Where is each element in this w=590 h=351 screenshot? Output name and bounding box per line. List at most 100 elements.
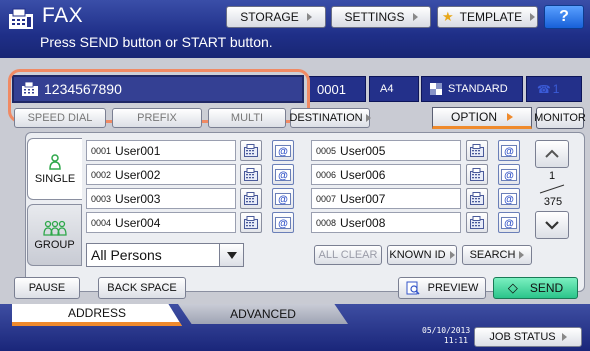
tab-address[interactable]: ADDRESS: [12, 304, 182, 326]
address-entry[interactable]: 0008 User008: [311, 212, 461, 233]
fax-select-button[interactable]: [240, 188, 262, 209]
person-icon: [49, 153, 61, 170]
svg-text:@: @: [504, 194, 514, 205]
settings-button[interactable]: SETTINGS: [331, 6, 431, 28]
monitor-button[interactable]: MONITOR: [534, 107, 586, 129]
resolution-value: STANDARD: [448, 83, 508, 95]
option-button[interactable]: OPTION: [432, 107, 532, 129]
fax-select-button[interactable]: [466, 212, 488, 233]
arrow-right-icon: [449, 251, 455, 259]
email-select-button[interactable]: @: [498, 188, 520, 209]
job-status-label: JOB STATUS: [489, 331, 556, 343]
address-entry[interactable]: 0002 User002: [86, 164, 236, 185]
fax-select-button[interactable]: [466, 188, 488, 209]
email-icon: @: [501, 168, 517, 181]
search-button[interactable]: SEARCH: [462, 245, 532, 265]
fax-icon: [470, 192, 484, 205]
chevron-down-icon: [545, 221, 559, 230]
email-select-button[interactable]: @: [498, 164, 520, 185]
all-clear-button[interactable]: ALL CLEAR: [314, 245, 382, 265]
email-icon: @: [275, 144, 291, 157]
storage-button[interactable]: STORAGE: [226, 6, 326, 28]
entry-name: User003: [115, 191, 161, 206]
group-icon: [42, 220, 67, 236]
address-entry[interactable]: 0007 User007: [311, 188, 461, 209]
arrow-right-icon: [519, 251, 525, 259]
destination-button[interactable]: DESTINATION: [289, 108, 371, 128]
address-entry[interactable]: 0003 User003: [86, 188, 236, 209]
fax-icon: [470, 168, 484, 181]
scroll-up-button[interactable]: [535, 140, 569, 168]
tab-single-label: SINGLE: [34, 172, 76, 185]
entry-name: User005: [340, 143, 386, 158]
line-value: 1: [552, 82, 560, 96]
email-select-button[interactable]: @: [272, 164, 294, 185]
email-select-button[interactable]: @: [498, 140, 520, 161]
page-total: 375: [543, 196, 563, 208]
back-space-button[interactable]: BACK SPACE: [98, 277, 186, 299]
app-title: FAX: [42, 4, 84, 27]
fax-icon: [244, 192, 258, 205]
arrow-right-icon: [412, 13, 418, 21]
email-icon: @: [275, 216, 291, 229]
filter-selected-value: All Persons: [91, 247, 162, 263]
job-status-button[interactable]: JOB STATUS: [474, 327, 582, 347]
arrow-right-icon: [507, 113, 513, 121]
line-indicator: ☎ 1: [526, 76, 582, 102]
scroll-down-button[interactable]: [535, 211, 569, 239]
known-id-button[interactable]: KNOWN ID: [387, 245, 457, 265]
resolution-icon: [430, 83, 442, 95]
fax-select-button[interactable]: [240, 140, 262, 161]
email-icon: @: [501, 192, 517, 205]
svg-text:@: @: [504, 146, 514, 157]
preview-label: PREVIEW: [427, 282, 479, 294]
entry-name: User006: [340, 167, 386, 182]
svg-text:@: @: [278, 218, 288, 229]
person-filter-select[interactable]: All Persons: [86, 243, 244, 267]
address-entry[interactable]: 0006 User006: [311, 164, 461, 185]
svg-text:@: @: [278, 194, 288, 205]
entry-name: User008: [340, 215, 386, 230]
pause-button[interactable]: PAUSE: [14, 277, 80, 299]
tab-advanced[interactable]: ADVANCED: [178, 304, 348, 324]
entry-index: 0008: [316, 217, 337, 228]
help-button[interactable]: ?: [544, 5, 584, 29]
paper-size-value: A4: [380, 83, 394, 95]
time-text: 11:11: [443, 336, 468, 345]
arrow-right-icon: [530, 13, 536, 21]
email-icon: @: [275, 168, 291, 181]
fax-select-button[interactable]: [240, 164, 262, 185]
send-button[interactable]: ◇ SEND: [493, 277, 578, 299]
fax-icon: [470, 144, 484, 157]
svg-text:@: @: [278, 170, 288, 181]
tab-single[interactable]: SINGLE: [27, 138, 82, 200]
entry-index: 0005: [316, 145, 337, 156]
page-current: 1: [548, 170, 556, 182]
address-entry[interactable]: 0005 User005: [311, 140, 461, 161]
fax-select-button[interactable]: [240, 212, 262, 233]
template-button[interactable]: ★ TEMPLATE: [437, 6, 538, 28]
fax-select-button[interactable]: [466, 164, 488, 185]
entry-index: 0004: [91, 217, 112, 228]
email-select-button[interactable]: @: [272, 188, 294, 209]
entry-name: User001: [115, 143, 161, 158]
search-label: SEARCH: [469, 249, 516, 261]
tab-group[interactable]: GROUP: [27, 204, 82, 266]
fax-icon: [244, 168, 258, 181]
fax-select-button[interactable]: [466, 140, 488, 161]
address-entry[interactable]: 0004 User004: [86, 212, 236, 233]
email-select-button[interactable]: @: [272, 212, 294, 233]
svg-text:@: @: [504, 218, 514, 229]
arrow-right-icon: [306, 13, 312, 21]
speed-dial-button[interactable]: SPEED DIAL: [14, 108, 106, 128]
preview-button[interactable]: PREVIEW: [398, 277, 486, 299]
multi-label: MULTI: [230, 112, 264, 124]
entry-index: 0001: [91, 145, 112, 156]
prefix-button[interactable]: PREFIX: [112, 108, 202, 128]
address-entry[interactable]: 0001 User001: [86, 140, 236, 161]
email-select-button[interactable]: @: [272, 140, 294, 161]
multi-button[interactable]: MULTI: [208, 108, 286, 128]
storage-label: STORAGE: [240, 10, 299, 24]
email-select-button[interactable]: @: [498, 212, 520, 233]
dropdown-arrow-icon: [219, 244, 243, 266]
